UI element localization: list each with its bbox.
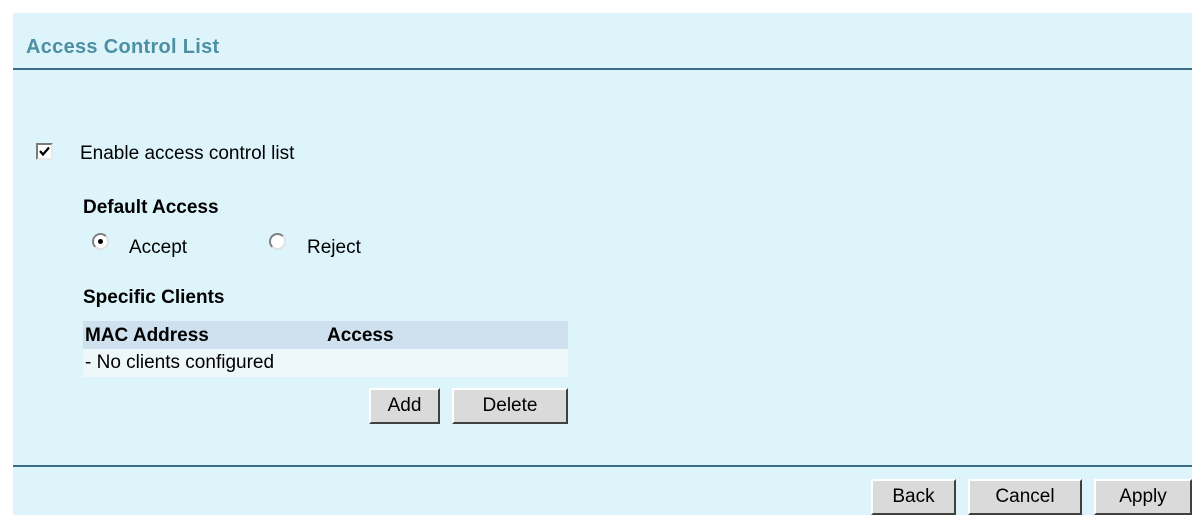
radio-reject[interactable] — [269, 233, 286, 250]
footer-divider — [13, 465, 1192, 467]
radio-accept[interactable] — [92, 233, 109, 250]
apply-button[interactable]: Apply — [1094, 479, 1192, 515]
title-divider — [13, 68, 1192, 70]
enable-acl-label: Enable access control list — [80, 143, 295, 164]
delete-client-button[interactable]: Delete — [452, 388, 568, 424]
back-button[interactable]: Back — [871, 479, 956, 515]
specific-clients-heading: Specific Clients — [83, 287, 225, 308]
radio-reject-label: Reject — [307, 237, 361, 258]
clients-table: MAC Address Access - No clients configur… — [83, 321, 568, 377]
cancel-button[interactable]: Cancel — [968, 479, 1082, 515]
column-access: Access — [327, 325, 394, 346]
add-client-button[interactable]: Add — [369, 388, 440, 424]
table-row: - No clients configured — [83, 349, 568, 377]
enable-acl-checkbox[interactable] — [36, 143, 53, 160]
empty-clients-text: - No clients configured — [85, 352, 275, 373]
check-icon — [39, 146, 50, 157]
radio-dot-icon — [98, 239, 103, 244]
radio-accept-label: Accept — [129, 237, 188, 258]
default-access-heading: Default Access — [83, 197, 219, 218]
column-mac-address: MAC Address — [85, 325, 209, 346]
table-header: MAC Address Access — [83, 321, 568, 349]
page-title: Access Control List — [26, 36, 220, 58]
acl-panel: Access Control List Enable access contro… — [13, 13, 1192, 515]
